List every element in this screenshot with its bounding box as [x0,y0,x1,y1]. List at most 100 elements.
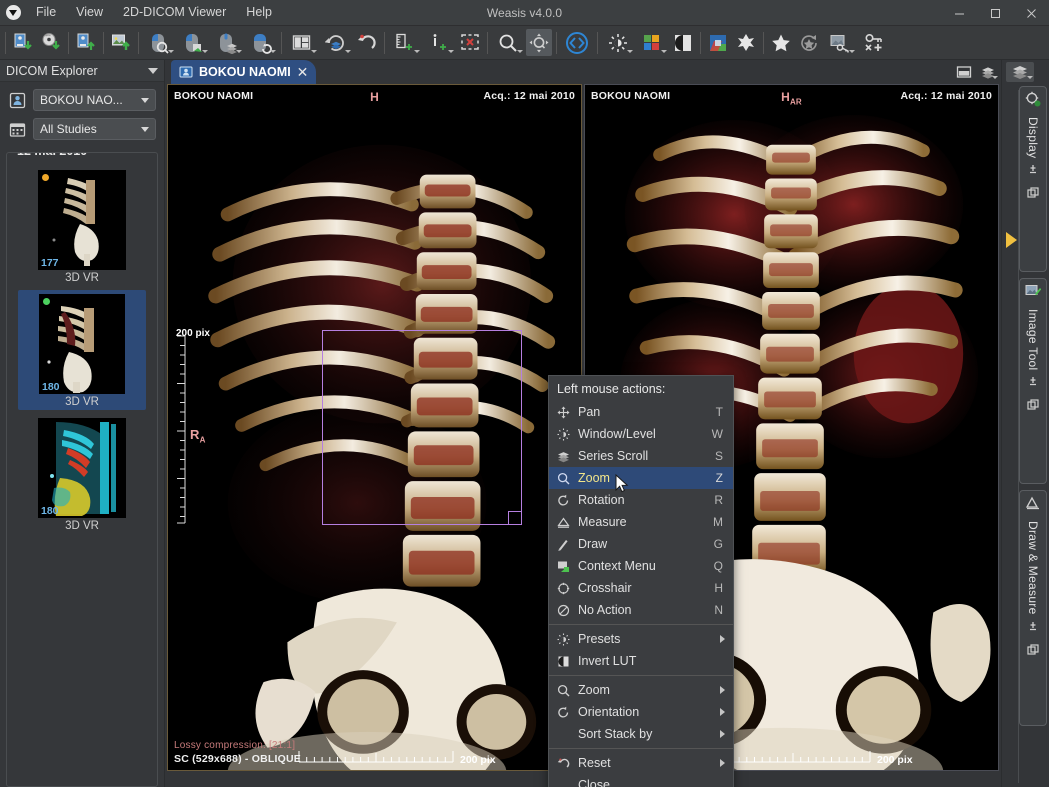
maximize-button[interactable] [977,0,1013,26]
chevron-down-icon [311,50,317,53]
toolbar-separator [763,32,764,54]
ruler-length-label: 200 pix [176,328,210,339]
export-image-button[interactable] [108,29,134,56]
patient-selector[interactable]: BOKOU NAO... [33,89,156,111]
menu-help[interactable]: Help [236,3,282,22]
mouse-left-action-button[interactable] [143,29,175,56]
ctx-context-menu[interactable]: Context Menu Q [549,555,733,577]
series-stack-button[interactable] [977,62,999,82]
delete-drawings-button[interactable] [457,29,483,56]
rotation-icon [555,706,571,719]
ctx-close[interactable]: Close [549,774,733,787]
draw-button[interactable] [423,29,455,56]
add-key-object-button[interactable] [858,29,890,56]
chevron-down-icon [627,50,633,53]
calendar-icon [8,120,27,139]
left-mouse-actions-context-menu[interactable]: Left mouse actions: Pan T [548,375,734,787]
chevron-right-icon [720,759,725,767]
key-image-button[interactable] [824,29,856,56]
undock-icon[interactable] [1027,398,1039,416]
dicom-explorer-title: DICOM Explorer [6,64,98,78]
mouse-right-action-button[interactable] [177,29,209,56]
measure-button[interactable] [389,29,421,56]
chevron-down-icon [141,127,149,132]
rail-tab-display[interactable]: Display [1019,86,1047,272]
ctx-zoom[interactable]: Zoom Z [549,467,733,489]
prev-next-button[interactable] [561,29,593,56]
pan-zoom-button[interactable] [526,29,552,56]
scale-length-label: 200 pix [460,754,496,766]
layout-button[interactable] [286,29,318,56]
ctx-item-key: S [715,449,725,463]
ctx-rotation[interactable]: Rotation R [549,489,733,511]
ctx-pan[interactable]: Pan T [549,401,733,423]
volume-render-button[interactable] [733,29,759,56]
rotation-icon [555,494,571,507]
rail-tab-image-tool[interactable]: Image Tool [1019,278,1047,484]
series-status-dot [43,298,50,305]
bookmark-button[interactable] [768,29,794,56]
ctx-series-scroll[interactable]: Series Scroll S [549,445,733,467]
maximize-viewport-button[interactable] [953,62,975,82]
ctx-zoom-submenu[interactable]: Zoom [549,679,733,701]
undock-icon[interactable] [1027,643,1039,661]
ctx-window-level[interactable]: Window/Level W [549,423,733,445]
invert-lut-button[interactable] [670,29,696,56]
toolbar-separator [556,32,557,54]
menu-2d-dicom-viewer[interactable]: 2D-DICOM Viewer [113,3,236,22]
dicom-explorer-header[interactable]: DICOM Explorer [0,60,164,82]
series-stack-rail-button[interactable] [1006,62,1034,82]
menu-file[interactable]: File [26,3,66,22]
ctx-orientation[interactable]: Orientation [549,701,733,723]
study-selector-row: All Studies [0,111,164,140]
rail-expand-marker[interactable] [1006,232,1017,248]
pin-icon[interactable] [1027,375,1039,393]
viewer-tab-bokou-naomi[interactable]: BOKOU NAOMI ✕ [171,60,316,84]
ctx-item-label: Reset [578,756,713,770]
study-selector[interactable]: All Studies [33,118,156,140]
rotate-bookmark-button[interactable] [796,29,822,56]
thumbnail-series-180-vr[interactable]: 180 3D VR [18,290,146,410]
thumbnail-number: 177 [41,257,59,269]
import-cd-button[interactable] [38,29,64,56]
ctx-no-action[interactable]: No Action N [549,599,733,621]
reset-button[interactable] [354,29,380,56]
ctx-item-label: Orientation [578,705,713,719]
thumbnail-series-177[interactable]: 177 3D VR [18,166,146,286]
close-icon[interactable]: ✕ [297,64,309,81]
thumbnail-image: 180 [38,418,126,518]
mouse-middle-action-button[interactable] [211,29,243,56]
menu-view[interactable]: View [66,3,113,22]
magnifier-button[interactable] [492,29,524,56]
viewport-oblique[interactable]: BOKOU NAOMI H Acq.: 12 mai 2010 [167,84,582,771]
rail-tab-label: Draw & Measure [1026,521,1040,615]
pan-icon [555,406,571,419]
thumbnail-caption: 3D VR [65,520,99,532]
ctx-invert-lut[interactable]: Invert LUT [549,650,733,672]
ctx-item-label: Invert LUT [578,654,725,668]
close-button[interactable] [1013,0,1049,26]
thumbnail-series-180-color[interactable]: 180 3D VR [18,414,146,534]
import-dicom-button[interactable] [10,29,36,56]
mpr-3d-button[interactable] [705,29,731,56]
chevron-right-icon [720,708,725,716]
rail-tab-draw-measure[interactable]: Draw & Measure [1019,490,1047,726]
ctx-sort-stack-by[interactable]: Sort Stack by [549,723,733,745]
ctx-measure[interactable]: Measure M [549,511,733,533]
minimize-button[interactable] [941,0,977,26]
window-level-button[interactable] [602,29,634,56]
mouse-wheel-action-button[interactable] [245,29,277,56]
ctx-crosshair[interactable]: Crosshair H [549,577,733,599]
export-dicom-button[interactable] [73,29,99,56]
synch-button[interactable] [320,29,352,56]
chevron-down-icon[interactable] [148,68,158,74]
ctx-reset[interactable]: Reset [549,752,733,774]
undock-icon[interactable] [1027,186,1039,204]
ctx-presets[interactable]: Presets [549,628,733,650]
menu-bar: File View 2D-DICOM Viewer Help [26,0,282,26]
pin-icon[interactable] [1027,620,1039,638]
lut-button[interactable] [636,29,668,56]
ctx-draw[interactable]: Draw G [549,533,733,555]
pin-icon[interactable] [1027,163,1039,181]
chevron-down-icon [661,50,667,53]
